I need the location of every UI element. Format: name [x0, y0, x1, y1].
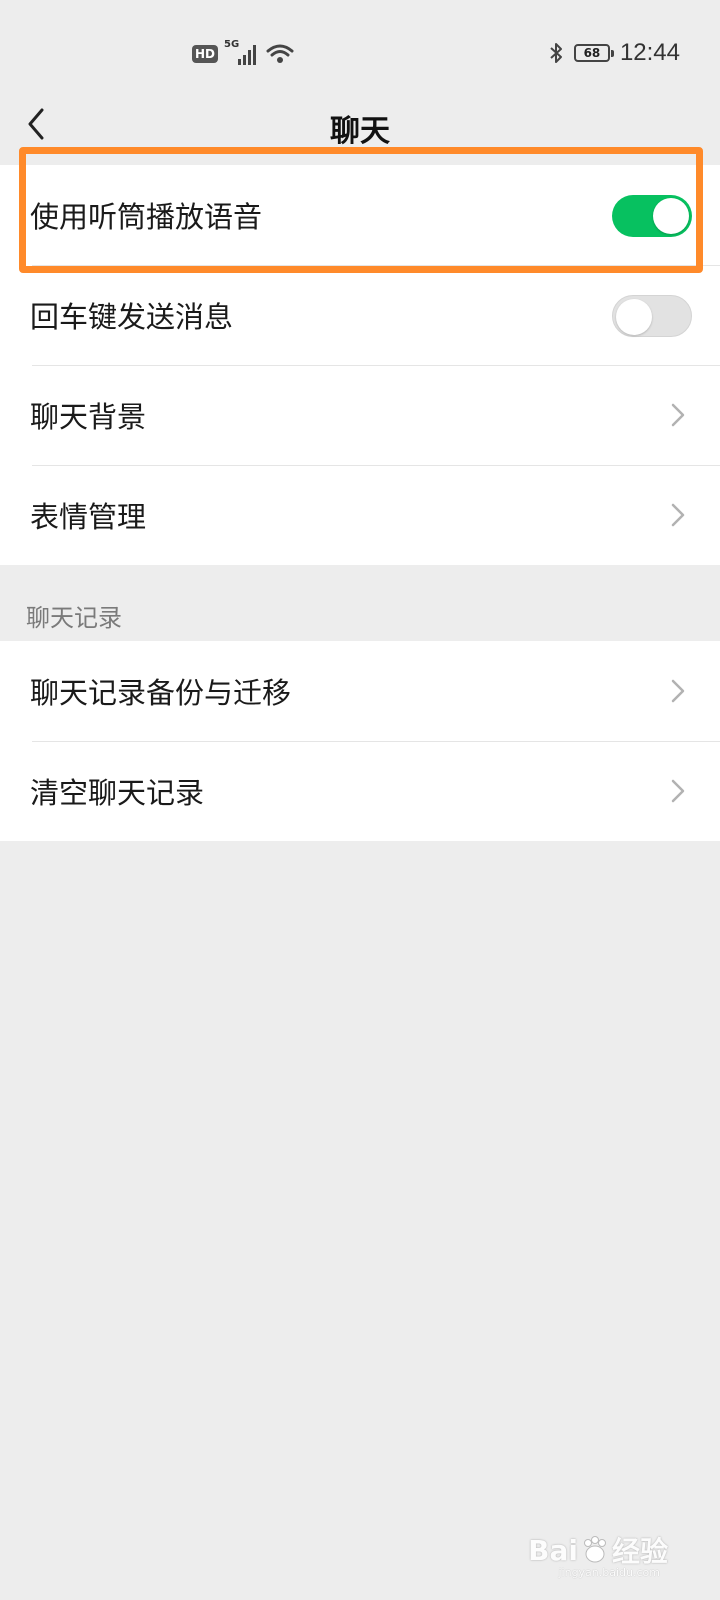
page-title: 聊天 — [330, 114, 390, 149]
setting-chat-background[interactable]: 聊天背景 — [0, 365, 720, 465]
section-header-chat-history: 聊天记录 — [26, 604, 122, 632]
setting-label: 表情管理 — [30, 500, 147, 534]
watermark-brand: Bai — [528, 1533, 578, 1567]
setting-sticker-management[interactable]: 表情管理 — [0, 465, 720, 565]
bluetooth-icon — [550, 43, 562, 63]
enter-send-toggle-switch[interactable] — [612, 295, 692, 337]
watermark-url: jingyan.baidu.com — [558, 1566, 660, 1579]
chevron-right-icon — [671, 403, 685, 427]
status-left-icons: HD 5G — [192, 39, 294, 68]
hd-icon: HD — [192, 45, 219, 63]
chevron-right-icon — [671, 679, 685, 703]
toggle-knob — [616, 299, 652, 335]
watermark-suffix: 经验 — [611, 1535, 668, 1568]
status-right-icons: 68 12:44 — [548, 38, 680, 68]
setting-label: 聊天背景 — [30, 400, 147, 434]
setting-label: 清空聊天记录 — [30, 776, 205, 810]
chevron-right-icon — [671, 779, 685, 803]
chevron-right-icon — [671, 503, 685, 527]
network-type-label: 5G — [224, 39, 240, 50]
setting-label: 使用听筒播放语音 — [30, 200, 263, 234]
setting-label: 聊天记录备份与迁移 — [30, 676, 292, 710]
nav-bar: 聊天 — [0, 100, 720, 160]
setting-clear-history[interactable]: 清空聊天记录 — [0, 741, 720, 841]
paw-icon — [583, 1536, 606, 1563]
baidu-watermark-logo: Bai 经验 jingyan.baidu.com — [528, 1530, 668, 1580]
setting-earpiece-voice[interactable]: 使用听筒播放语音 — [0, 165, 720, 265]
setting-label: 回车键发送消息 — [30, 300, 234, 334]
setting-enter-to-send[interactable]: 回车键发送消息 — [0, 265, 720, 365]
status-time: 12:44 — [619, 39, 680, 66]
settings-group-general: 使用听筒播放语音 回车键发送消息 聊天背景 表情管理 — [0, 165, 720, 565]
settings-group-chat-history: 聊天记录备份与迁移 清空聊天记录 — [0, 641, 720, 841]
battery-level: 68 — [583, 46, 601, 60]
status-bar: HD 5G 68 12:44 — [0, 0, 720, 100]
signal-icon: 5G — [224, 39, 260, 67]
wifi-icon — [266, 44, 294, 63]
earpiece-toggle-switch[interactable] — [612, 195, 692, 237]
setting-backup-migrate[interactable]: 聊天记录备份与迁移 — [0, 641, 720, 741]
battery-icon: 68 — [573, 44, 614, 62]
toggle-knob — [653, 198, 689, 234]
